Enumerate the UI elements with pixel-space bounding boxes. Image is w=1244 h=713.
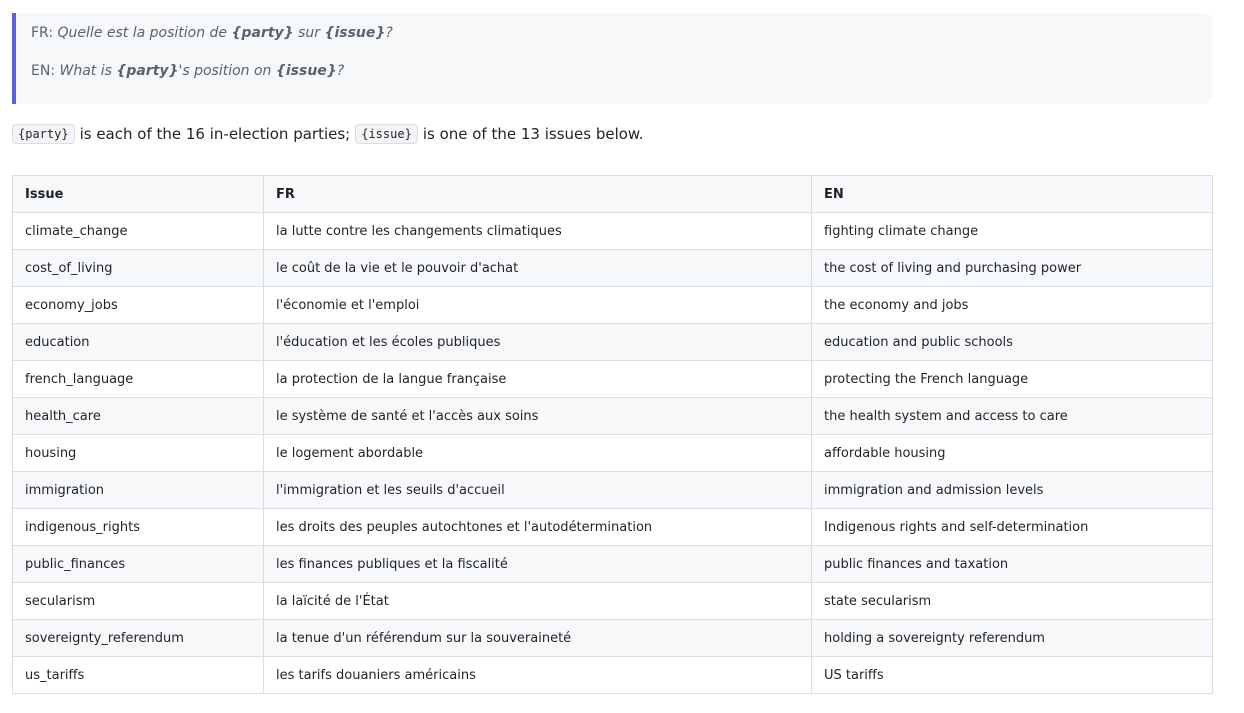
cell-en: state secularism — [811, 582, 1213, 620]
prompt-en-line: EN: What is {party}'s position on {issue… — [31, 63, 344, 79]
cell-en: the economy and jobs — [811, 286, 1213, 324]
cell-en: education and public schools — [811, 323, 1213, 361]
cell-fr: l'immigration et les seuils d'accueil — [263, 471, 812, 509]
cell-fr: la protection de la langue française — [263, 360, 812, 398]
intro-paragraph: {party} is each of the 16 in-election pa… — [12, 122, 649, 146]
table-row: sovereignty_referendum la tenue d'un réfé… — [12, 619, 1213, 657]
cell-en: protecting the French language — [811, 360, 1213, 398]
cell-fr: les droits des peuples autochtones et l'… — [263, 508, 812, 546]
intro-text-2: is one of the 13 issues below. — [422, 125, 644, 143]
lang-label-en: EN: — [31, 63, 56, 79]
table-row: us_tariffs les tarifs douaniers américain… — [12, 656, 1213, 694]
cell-issue: economy_jobs — [12, 286, 264, 324]
cell-issue: climate_change — [12, 212, 264, 250]
cell-fr: la tenue d'un référendum sur la souverai… — [263, 619, 812, 657]
table-row: education l'éducation et les écoles publi… — [12, 323, 1213, 361]
cell-issue: housing — [12, 434, 264, 472]
header-en: EN — [811, 175, 1213, 213]
table-header-row: Issue FR EN — [12, 175, 1213, 213]
prompt-en-pre: What is — [59, 63, 112, 79]
cell-issue: french_language — [12, 360, 264, 398]
table-row: french_language la protection de la langu… — [12, 360, 1213, 398]
cell-fr: le logement abordable — [263, 434, 812, 472]
code-party: {party} — [12, 124, 75, 144]
table-row: economy_jobs l'économie et l'emploi the ec… — [12, 286, 1213, 324]
cell-fr: l'éducation et les écoles publiques — [263, 323, 812, 361]
table-row: cost_of_living le coût de la vie et le po… — [12, 249, 1213, 287]
prompt-fr-mid: sur — [298, 25, 321, 41]
table-row: immigration l'immigration et les seuils d… — [12, 471, 1213, 509]
cell-fr: le coût de la vie et le pouvoir d'achat — [263, 249, 812, 287]
cell-issue: secularism — [12, 582, 264, 620]
issues-table: Issue FR EN climate_change la lutte contr… — [12, 175, 1213, 694]
cell-en: affordable housing — [811, 434, 1213, 472]
prompt-en-post: ? — [336, 63, 345, 79]
cell-fr: les finances publiques et la fiscalité — [263, 545, 812, 583]
cell-issue: education — [12, 323, 264, 361]
table-row: climate_change la lutte contre les change… — [12, 212, 1213, 250]
prompt-fr-issue: {issue} — [324, 25, 386, 41]
table-row: health_care le système de santé et l'accè… — [12, 397, 1213, 435]
cell-en: public finances and taxation — [811, 545, 1213, 583]
cell-issue: immigration — [12, 471, 264, 509]
cell-issue: public_finances — [12, 545, 264, 583]
prompt-fr-pre: Quelle est la position de — [57, 25, 228, 41]
lang-label-fr: FR: — [31, 25, 54, 41]
table-row: secularism la laïcité de l'État state secu… — [12, 582, 1213, 620]
table-row: indigenous_rights les droits des peuples … — [12, 508, 1213, 546]
table-row: public_finances les finances publiques et… — [12, 545, 1213, 583]
prompt-fr-post: ? — [385, 25, 393, 41]
header-issue: Issue — [12, 175, 264, 213]
cell-en: the health system and access to care — [811, 397, 1213, 435]
prompt-fr-line: FR: Quelle est la position de {party} su… — [31, 25, 393, 41]
cell-fr: les tarifs douaniers américains — [263, 656, 812, 694]
cell-fr: le système de santé et l'accès aux soins — [263, 397, 812, 435]
prompt-en-mid: 's position on — [178, 63, 272, 79]
intro-text-1: is each of the 16 in-election parties; — [79, 125, 351, 143]
cell-issue: cost_of_living — [12, 249, 264, 287]
code-issue: {issue} — [355, 124, 418, 144]
cell-en: US tariffs — [811, 656, 1213, 694]
cell-issue: us_tariffs — [12, 656, 264, 694]
cell-fr: la laïcité de l'État — [263, 582, 812, 620]
cell-issue: sovereignty_referendum — [12, 619, 264, 657]
prompt-en-party: {party} — [116, 63, 179, 79]
cell-issue: indigenous_rights — [12, 508, 264, 546]
prompt-fr-party: {party} — [231, 25, 294, 41]
table-row: housing le logement abordable affordable h… — [12, 434, 1213, 472]
prompt-blockquote: FR: Quelle est la position de {party} su… — [12, 13, 1212, 104]
cell-issue: health_care — [12, 397, 264, 435]
cell-fr: l'économie et l'emploi — [263, 286, 812, 324]
cell-fr: la lutte contre les changements climatiq… — [263, 212, 812, 250]
cell-en: holding a sovereignty referendum — [811, 619, 1213, 657]
prompt-en-issue: {issue} — [275, 63, 337, 79]
cell-en: fighting climate change — [811, 212, 1213, 250]
cell-en: the cost of living and purchasing power — [811, 249, 1213, 287]
cell-en: immigration and admission levels — [811, 471, 1213, 509]
header-fr: FR — [263, 175, 812, 213]
cell-en: Indigenous rights and self-determination — [811, 508, 1213, 546]
